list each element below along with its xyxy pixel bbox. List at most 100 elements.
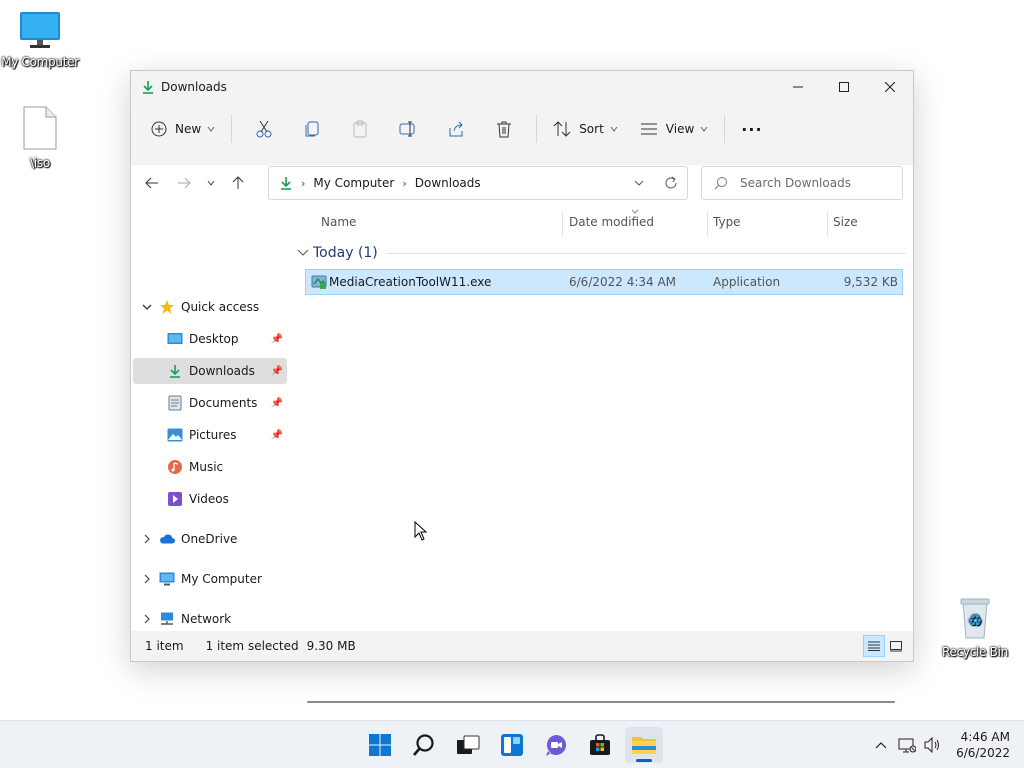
network-icon (159, 611, 175, 627)
sidebar-item-network[interactable]: Network (133, 606, 287, 632)
status-item-count: 1 item (145, 639, 184, 653)
widgets-button[interactable] (493, 727, 531, 763)
refresh-icon (665, 176, 677, 189)
delete-button[interactable] (480, 112, 528, 146)
new-button[interactable]: New (143, 112, 223, 146)
chat-button[interactable] (537, 727, 575, 763)
chevron-down-icon (634, 180, 644, 186)
column-header-type[interactable]: Type (713, 215, 741, 229)
table-row[interactable]: MediaCreationToolW11.exe 6/6/2022 4:34 A… (305, 269, 903, 295)
rename-button[interactable] (384, 112, 432, 146)
sidebar-item-desktop[interactable]: Desktop 📌 (133, 326, 287, 352)
column-header-size[interactable]: Size (833, 215, 858, 229)
group-header-today[interactable]: Today (1) (297, 245, 906, 261)
search-taskbar-button[interactable] (405, 727, 443, 763)
breadcrumb-downloads[interactable]: Downloads (415, 176, 481, 190)
sort-button[interactable]: Sort (545, 112, 626, 146)
minimize-button[interactable] (775, 71, 821, 103)
minimize-icon (793, 86, 803, 88)
breadcrumb-separator-icon: › (402, 176, 407, 190)
sidebar-item-music[interactable]: Music (133, 454, 287, 480)
forward-button[interactable] (168, 167, 200, 199)
application-icon (311, 275, 327, 289)
new-button-label: New (175, 122, 202, 136)
svg-text:♻: ♻ (968, 611, 982, 630)
column-divider[interactable] (562, 211, 563, 237)
computer-icon (159, 571, 175, 587)
tiles-view-button[interactable] (885, 635, 907, 657)
details-view-button[interactable] (863, 635, 885, 657)
address-bar[interactable]: › My Computer › Downloads (268, 166, 688, 200)
system-tray: 4:46 AM 6/6/2022 (868, 721, 1024, 768)
sort-chevron-icon (631, 209, 639, 214)
volume-tray-button[interactable] (920, 737, 946, 753)
pin-icon: 📌 (270, 365, 283, 377)
download-icon (143, 81, 153, 94)
up-button[interactable] (222, 167, 254, 199)
horizontal-scrollbar[interactable] (307, 701, 895, 703)
start-button[interactable] (361, 727, 399, 763)
sidebar-item-onedrive[interactable]: OneDrive (133, 526, 287, 552)
paste-button[interactable] (336, 112, 384, 146)
nav-label: Documents (189, 396, 258, 410)
search-icon (714, 177, 727, 190)
chevron-down-icon (142, 304, 152, 310)
maximize-button[interactable] (821, 71, 867, 103)
search-placeholder: Search Downloads (740, 176, 851, 190)
nav-quick-access[interactable]: Quick access (133, 294, 287, 320)
search-box[interactable]: Search Downloads (701, 166, 903, 200)
file-list: Name Date modified Type Size Today (1) M… (291, 201, 913, 703)
pin-icon: 📌 (270, 397, 283, 409)
column-header-name[interactable]: Name (321, 215, 356, 229)
desktop-icon-iso[interactable]: \iso (0, 105, 80, 170)
download-icon (167, 363, 183, 379)
copy-button[interactable] (288, 112, 336, 146)
recent-locations-button[interactable] (200, 167, 222, 199)
chevron-down-icon (700, 126, 708, 132)
more-options-button[interactable]: ··· (733, 112, 770, 146)
download-icon (281, 177, 291, 190)
arrow-up-icon (232, 176, 244, 189)
network-tray-button[interactable] (894, 737, 920, 753)
sidebar-item-videos[interactable]: Videos (133, 486, 287, 512)
details-view-icon (868, 641, 880, 651)
share-button[interactable] (432, 112, 480, 146)
column-header-date-modified[interactable]: Date modified (569, 215, 654, 229)
view-button[interactable]: View (632, 112, 716, 146)
back-button[interactable] (136, 167, 168, 199)
chevron-up-icon (875, 742, 887, 749)
refresh-button[interactable] (655, 176, 687, 190)
file-size: 9,532 KB (843, 275, 898, 289)
show-hidden-icons-button[interactable] (868, 741, 894, 749)
desktop-icon-my-computer[interactable]: My Computer (0, 10, 80, 69)
close-button[interactable] (867, 71, 913, 103)
desktop-icon-label: My Computer (1, 55, 79, 69)
mouse-cursor-icon (414, 521, 428, 541)
nav-label: Music (189, 460, 224, 474)
chevron-right-icon (144, 534, 150, 544)
sidebar-item-pictures[interactable]: Pictures 📌 (133, 422, 287, 448)
sidebar-item-downloads[interactable]: Downloads 📌 (133, 358, 287, 384)
clock[interactable]: 4:46 AM 6/6/2022 (956, 729, 1010, 761)
file-icon (23, 106, 57, 150)
file-name: MediaCreationToolW11.exe (329, 275, 492, 289)
store-button[interactable] (581, 727, 619, 763)
task-view-button[interactable] (449, 727, 487, 763)
sidebar-item-my-computer[interactable]: My Computer (133, 566, 287, 592)
desktop-icon-recycle-bin[interactable]: ♻ Recycle Bin (935, 596, 1015, 659)
windows-logo-icon (369, 734, 391, 756)
nav-label: OneDrive (181, 532, 238, 546)
address-history-button[interactable] (623, 179, 655, 187)
title-bar[interactable]: Downloads (131, 71, 913, 103)
store-bag-icon (590, 734, 610, 755)
folder-icon (632, 737, 656, 754)
sidebar-item-documents[interactable]: Documents 📌 (133, 390, 287, 416)
breadcrumb-my-computer[interactable]: My Computer (313, 176, 394, 190)
column-divider[interactable] (707, 211, 708, 237)
recycle-bin-icon: ♻ (960, 598, 990, 639)
file-explorer-taskbar-button[interactable] (625, 727, 663, 763)
nav-label: My Computer (181, 572, 262, 586)
sort-icon (553, 121, 571, 137)
column-divider[interactable] (827, 211, 828, 237)
cut-button[interactable] (240, 112, 288, 146)
